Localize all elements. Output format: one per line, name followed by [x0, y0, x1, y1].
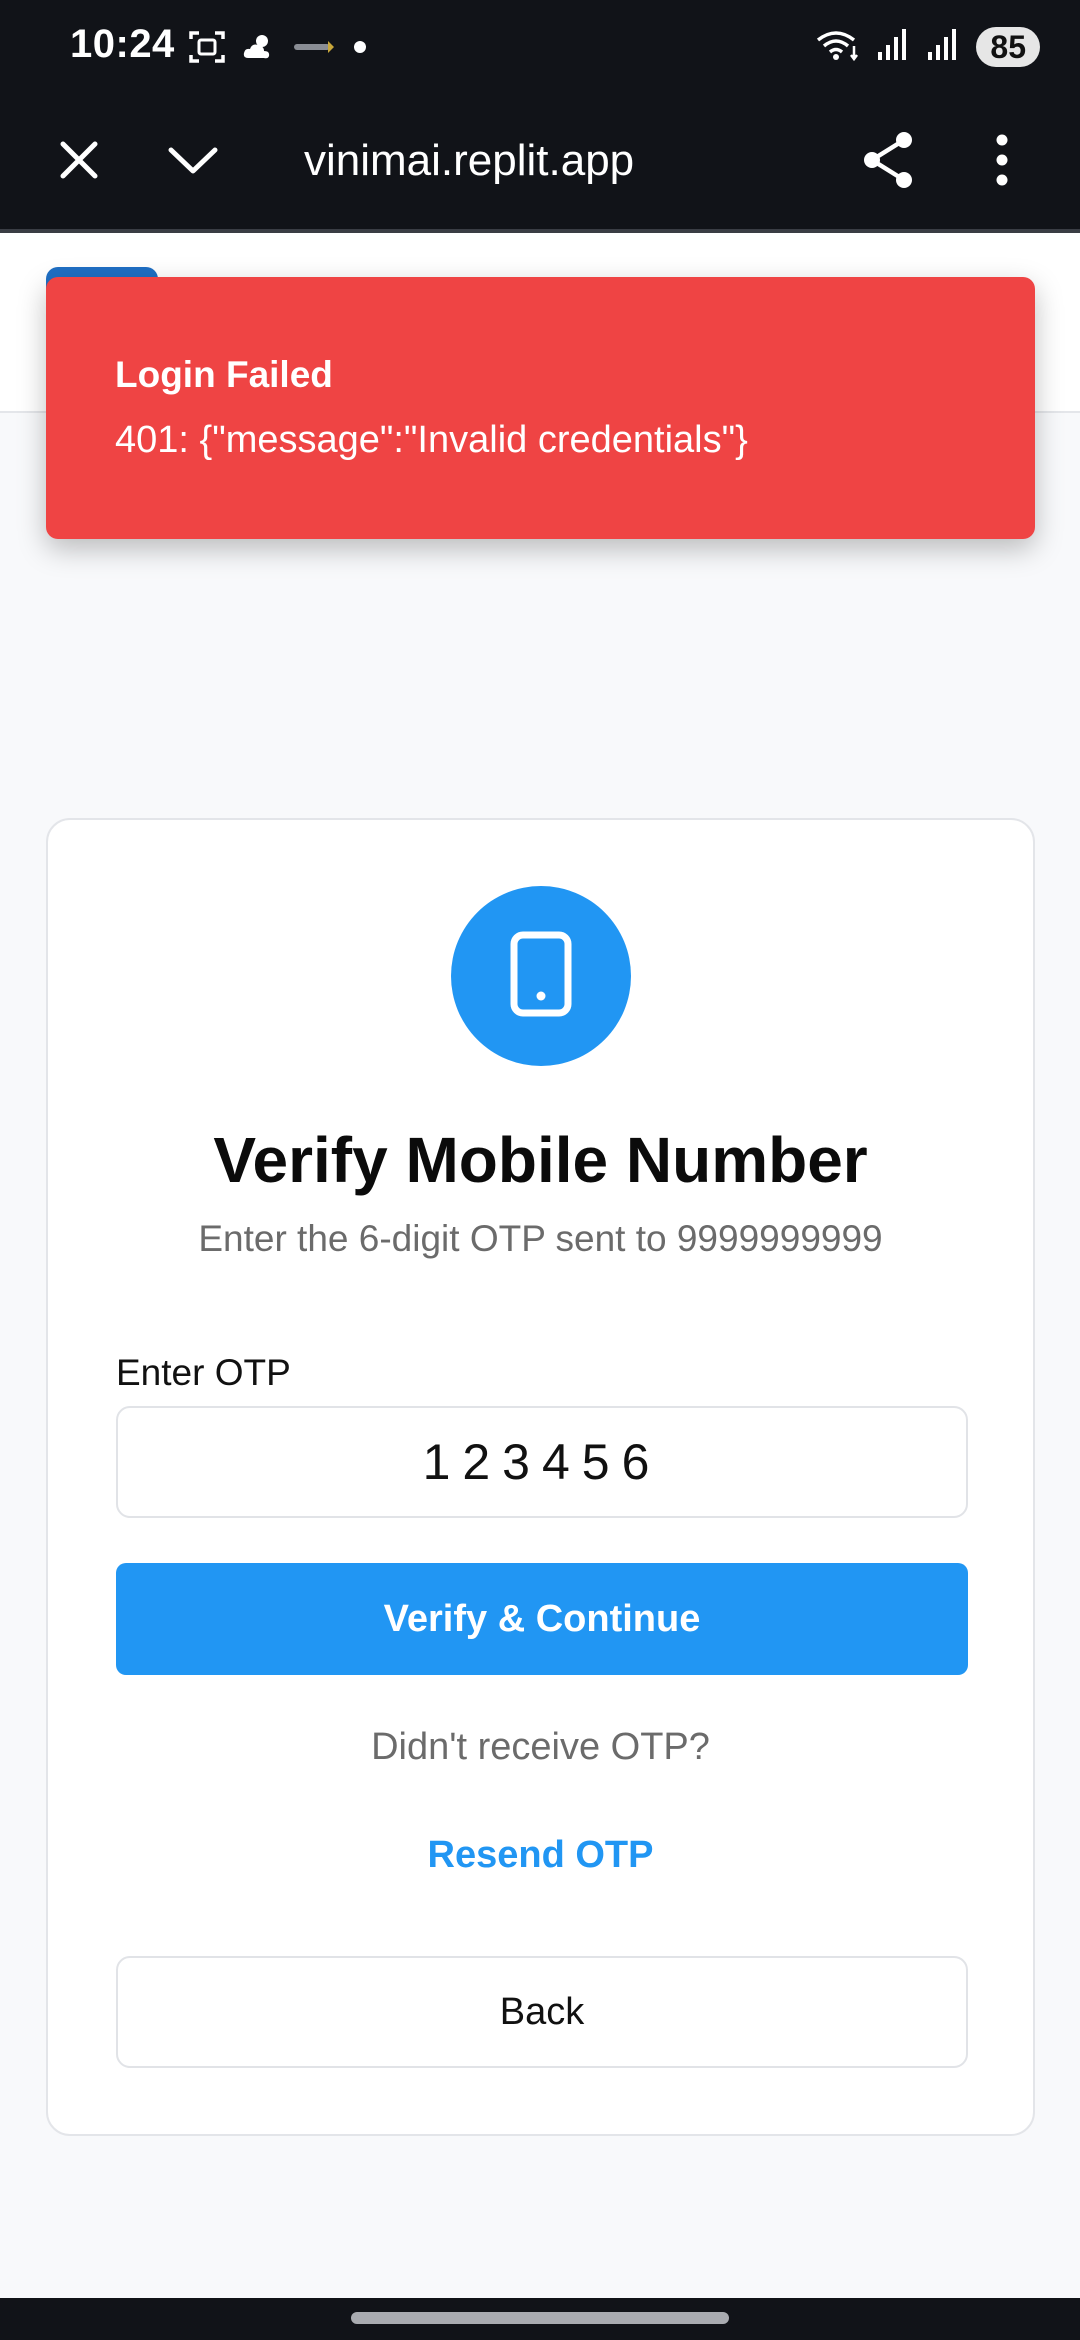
- smartphone-icon: [509, 930, 573, 1023]
- status-icons-right: 85: [814, 24, 1040, 69]
- status-bar: 10:24 85: [0, 0, 1080, 95]
- close-icon: [57, 138, 101, 187]
- page-subtitle: Enter the 6-digit OTP sent to 9999999999: [198, 1218, 883, 1259]
- share-button[interactable]: [843, 95, 933, 229]
- status-time: 10:24: [70, 22, 175, 66]
- otp-label: Enter OTP: [116, 1352, 291, 1393]
- wifi-icon: [814, 24, 862, 69]
- dot-icon: [350, 37, 370, 62]
- close-tab-button[interactable]: [34, 95, 124, 229]
- toast-title: Login Failed: [115, 354, 333, 395]
- chevron-down-icon: [167, 144, 219, 181]
- notification-app-icon: [292, 37, 336, 62]
- verify-continue-button[interactable]: Verify & Continue: [116, 1563, 968, 1675]
- otp-input[interactable]: [116, 1406, 968, 1518]
- back-button[interactable]: Back: [116, 1956, 968, 2068]
- signal-icon: [926, 26, 962, 67]
- battery-indicator: 85: [976, 26, 1040, 67]
- weather-icon: [240, 28, 278, 71]
- didnt-receive-text: Didn't receive OTP?: [371, 1726, 710, 1768]
- more-vertical-icon: [994, 132, 1010, 193]
- status-icons-left: [188, 28, 370, 71]
- page-title: Verify Mobile Number: [213, 1124, 868, 1196]
- minimize-button[interactable]: [148, 95, 238, 229]
- browser-toolbar: vinimai.replit.app: [0, 95, 1080, 233]
- home-indicator[interactable]: [351, 2312, 729, 2324]
- screenshot-icon: [188, 28, 226, 71]
- error-toast[interactable]: Login Failed 401: {"message":"Invalid cr…: [46, 277, 1035, 539]
- url-text[interactable]: vinimai.replit.app: [304, 131, 634, 191]
- toast-message: 401: {"message":"Invalid credentials"}: [115, 419, 748, 461]
- signal-icon: [876, 26, 912, 67]
- share-icon: [860, 130, 916, 195]
- more-options-button[interactable]: [957, 95, 1047, 229]
- verify-card: Verify Mobile Number Enter the 6-digit O…: [46, 818, 1035, 2136]
- phone-icon-circle: [451, 886, 631, 1066]
- navigation-bar: [0, 2298, 1080, 2340]
- resend-otp-link[interactable]: Resend OTP: [48, 1832, 1033, 1878]
